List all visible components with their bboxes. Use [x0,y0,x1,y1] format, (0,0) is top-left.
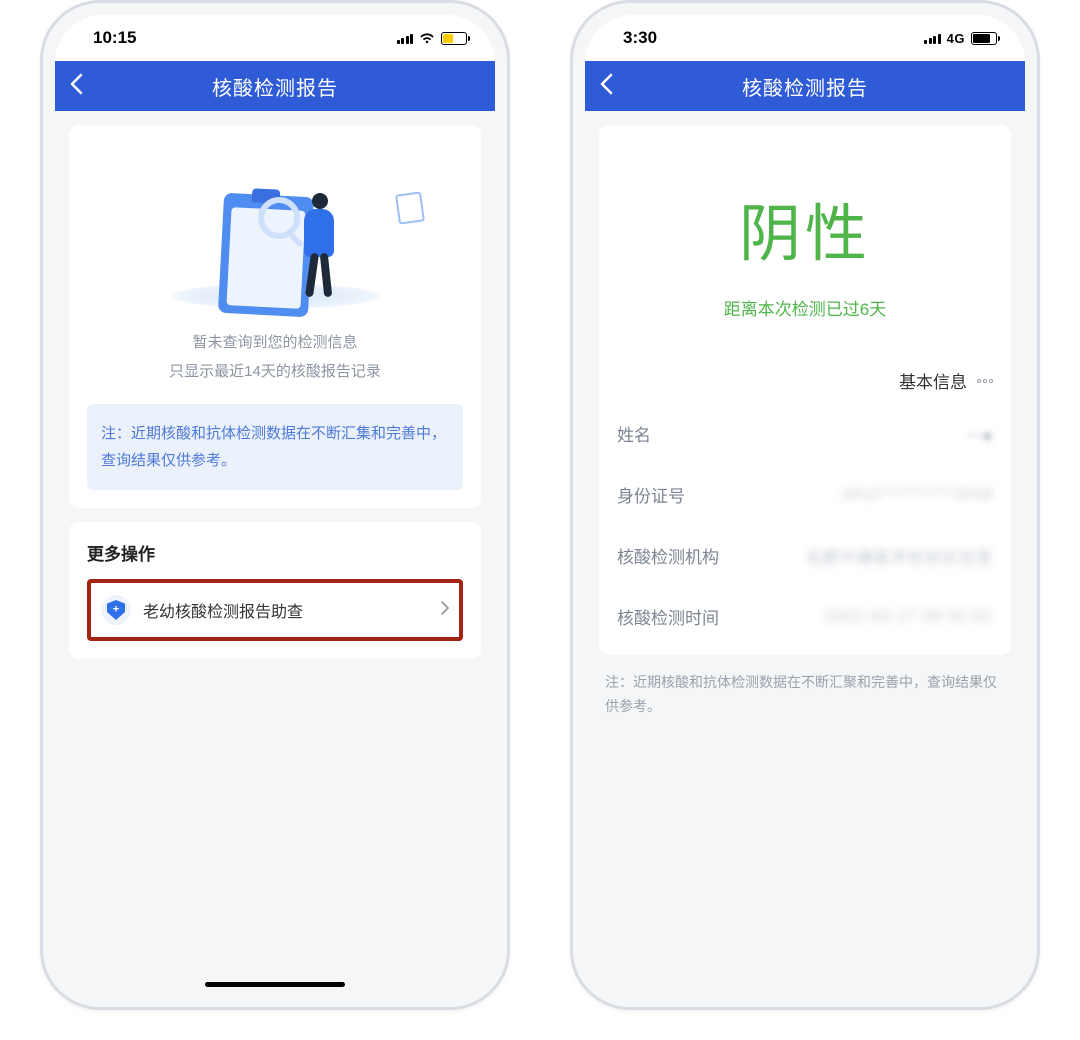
empty-illustration [87,149,463,319]
label-org: 核酸检测机构 [617,543,719,568]
assist-lookup-row[interactable]: 老幼核酸检测报告助查 [87,579,463,641]
label-time: 核酸检测时间 [617,604,719,629]
back-button[interactable] [69,73,83,100]
signal-icon [397,32,414,44]
section-header: 基本信息 [617,368,993,393]
value-name: 一■ [965,422,993,446]
assist-lookup-label: 老幼核酸检测报告助查 [143,598,429,622]
more-card: 更多操作 老幼核酸检测报告助查 [69,522,481,659]
label-name: 姓名 [617,421,651,446]
nav-bar: 核酸检测报告 [585,61,1025,111]
empty-text: 暂未查询到您的检测信息 只显示最近14天的核酸报告记录 [87,329,463,386]
signal-icon [924,32,941,44]
row-time: 核酸检测时间 2022-02-17 09:32:01 [617,586,993,647]
phone-right-screen: 3:30 4G 核酸检测报告 阴性 距离本次检测已过6天 基本信息 [585,15,1025,995]
result-card: 阴性 距离本次检测已过6天 基本信息 姓名 一■ 身份证号 3412******… [599,125,1011,655]
nav-title: 核酸检测报告 [55,72,495,101]
row-id: 身份证号 3412**********2018 [617,464,993,525]
content-area: 暂未查询到您的检测信息 只显示最近14天的核酸报告记录 注：近期核酸和抗体检测数… [55,111,495,995]
row-name: 姓名 一■ [617,403,993,464]
value-org: 合肥中康医学检验实验室 [806,544,993,568]
more-title: 更多操作 [87,540,463,565]
status-right: 4G [924,31,997,46]
nav-bar: 核酸检测报告 [55,61,495,111]
visibility-toggle-icon[interactable] [977,379,993,383]
content-area: 阴性 距离本次检测已过6天 基本信息 姓名 一■ 身份证号 3412******… [585,111,1025,995]
home-indicator[interactable] [205,982,345,987]
battery-icon [971,32,997,45]
section-title: 基本信息 [899,368,967,393]
network-label: 4G [947,31,965,46]
chevron-left-icon [599,73,613,95]
value-id: 3412**********2018 [842,486,993,504]
phone-left-screen: 10:15 核酸检测报告 [55,15,495,995]
status-right [397,32,468,45]
result-status: 阴性 [617,183,993,273]
nav-title: 核酸检测报告 [585,72,1025,101]
empty-line2: 只显示最近14天的核酸报告记录 [87,358,463,387]
status-bar: 10:15 [55,15,495,61]
empty-card: 暂未查询到您的检测信息 只显示最近14天的核酸报告记录 注：近期核酸和抗体检测数… [69,125,481,508]
value-time: 2022-02-17 09:32:01 [825,608,993,626]
wifi-icon [419,32,435,44]
notice-box: 注：近期核酸和抗体检测数据在不断汇集和完善中，查询结果仅供参考。 [87,404,463,490]
empty-line1: 暂未查询到您的检测信息 [87,329,463,358]
footnote: 注：近期核酸和抗体检测数据在不断汇聚和完善中，查询结果仅供参考。 [599,667,1011,723]
shield-icon [107,600,125,620]
result-subtitle: 距离本次检测已过6天 [617,295,993,320]
battery-icon [441,32,467,45]
status-time: 10:15 [93,28,136,48]
chevron-right-icon [441,601,449,620]
shield-icon-wrap [101,595,131,625]
phone-left: 10:15 核酸检测报告 [40,0,510,1010]
status-time: 3:30 [623,28,657,48]
row-org: 核酸检测机构 合肥中康医学检验实验室 [617,525,993,586]
status-bar: 3:30 4G [585,15,1025,61]
back-button[interactable] [599,73,613,100]
chevron-left-icon [69,73,83,95]
phone-right: 3:30 4G 核酸检测报告 阴性 距离本次检测已过6天 基本信息 [570,0,1040,1010]
label-id: 身份证号 [617,482,685,507]
